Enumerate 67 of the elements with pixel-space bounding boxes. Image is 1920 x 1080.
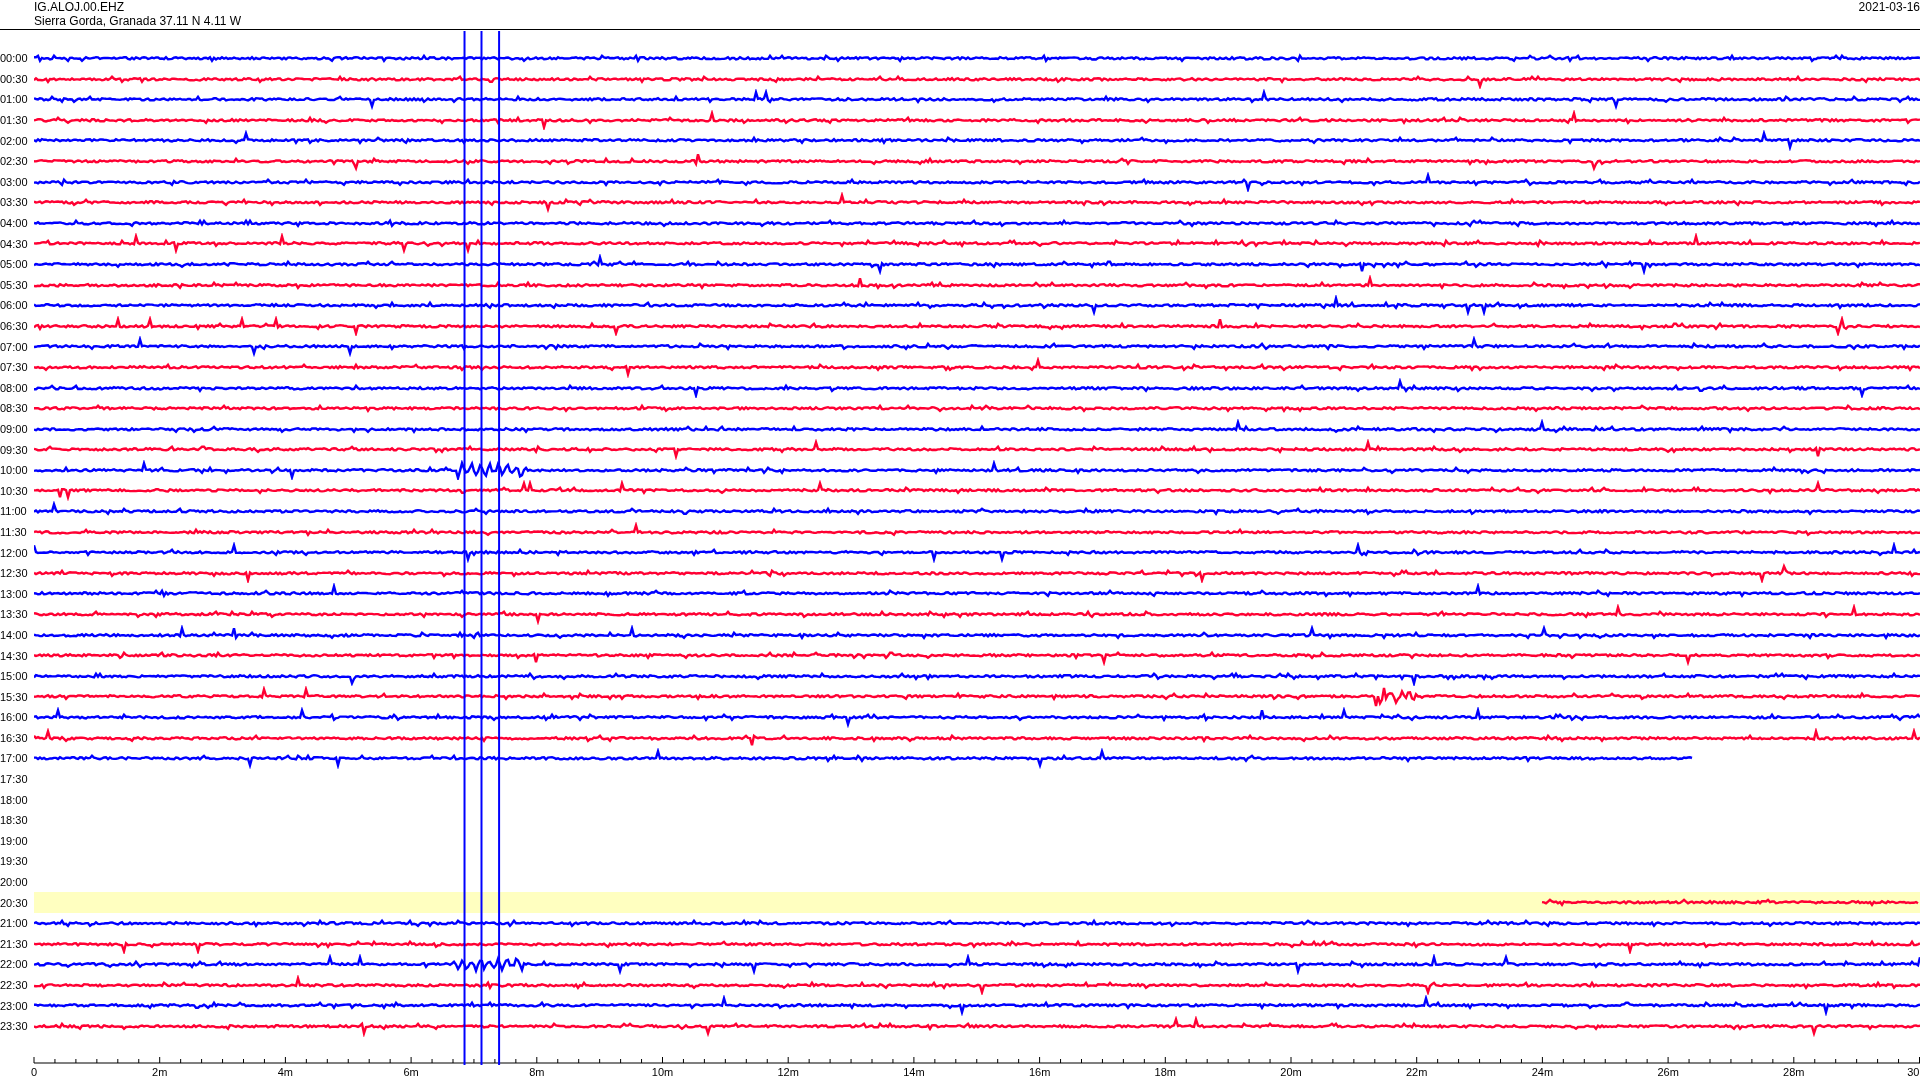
time-label: 13:30 — [0, 608, 29, 621]
station-code: IG.ALOJ.00.EHZ — [34, 0, 126, 14]
time-label: 18:30 — [0, 814, 29, 827]
time-label: 18:00 — [0, 793, 29, 806]
axis-tick-label: 4m — [277, 1065, 294, 1078]
axis-tick-label: 18m — [1154, 1065, 1176, 1078]
axis-tick-label: 28m — [1783, 1065, 1805, 1078]
time-label: 04:30 — [0, 237, 29, 250]
axis-tick-label: 8m — [529, 1065, 545, 1078]
time-label: 07:30 — [0, 361, 29, 374]
time-label: 13:00 — [0, 587, 29, 600]
time-label: 22:30 — [0, 979, 29, 991]
time-label: 17:30 — [0, 773, 29, 786]
time-label: 12:00 — [0, 546, 29, 559]
time-label: 00:00 — [0, 52, 29, 65]
axis-tick-label: 10m — [651, 1065, 674, 1078]
time-label: 04:00 — [0, 217, 29, 230]
time-label: 08:00 — [0, 381, 29, 394]
axis-tick-label: 22m — [1406, 1065, 1428, 1078]
axis-tick-label: 26m — [1657, 1065, 1679, 1078]
time-label: 07:00 — [0, 340, 29, 353]
axis-tick-label: 30 — [1907, 1065, 1920, 1078]
time-label: 15:30 — [0, 690, 29, 703]
time-label: 01:30 — [0, 114, 29, 127]
time-label: 02:30 — [0, 155, 29, 168]
time-label: 03:30 — [0, 196, 29, 209]
axis-tick-label: 16m — [1028, 1065, 1051, 1078]
time-label: 09:00 — [0, 423, 29, 435]
time-label: 23:30 — [0, 1020, 29, 1033]
time-label: 06:00 — [0, 299, 29, 312]
axis-tick-label: 0 — [30, 1065, 38, 1078]
axis-tick-label: 14m — [903, 1065, 925, 1078]
time-label: 21:00 — [0, 917, 29, 930]
time-label: 16:00 — [0, 711, 29, 724]
time-label: 11:30 — [0, 525, 28, 538]
time-label: 17:00 — [0, 752, 29, 765]
time-label: 01:00 — [0, 93, 29, 106]
time-label: 09:30 — [0, 443, 29, 456]
time-label: 06:30 — [0, 320, 29, 332]
station-location: Sierra Gorda, Granada 37.11 N 4.11 W — [34, 14, 241, 28]
axis-tick-label: 6m — [403, 1065, 419, 1078]
time-label: 23:00 — [0, 999, 29, 1012]
time-label: 14:00 — [0, 628, 29, 641]
axis-tick-label: 2m — [152, 1065, 168, 1078]
time-label: 15:00 — [0, 670, 29, 683]
time-label: 03:00 — [0, 175, 29, 188]
time-label: 00:30 — [0, 72, 29, 85]
time-label: 19:30 — [0, 855, 29, 868]
time-label: 21:30 — [0, 937, 29, 950]
time-label: 08:30 — [0, 402, 29, 415]
time-label: 20:30 — [0, 896, 29, 909]
time-label: 02:00 — [0, 134, 29, 147]
time-label: 22:00 — [0, 958, 29, 971]
plot-date: 2021-03-16 — [1858, 0, 1920, 16]
time-label: 05:00 — [0, 258, 29, 271]
time-label: 12:30 — [0, 567, 29, 580]
time-label: 10:00 — [0, 464, 29, 477]
axis-tick-label: 12m — [777, 1065, 799, 1078]
time-label: 20:00 — [0, 876, 29, 889]
time-label: 14:30 — [0, 649, 29, 662]
time-label: 19:00 — [0, 834, 29, 847]
time-label: 05:30 — [0, 278, 29, 291]
time-label: 11:00 — [0, 505, 28, 518]
axis-tick-label: 20m — [1280, 1065, 1302, 1078]
time-label: 10:30 — [0, 484, 29, 497]
axis-tick-label: 24m — [1531, 1065, 1554, 1078]
time-label: 16:30 — [0, 731, 29, 744]
